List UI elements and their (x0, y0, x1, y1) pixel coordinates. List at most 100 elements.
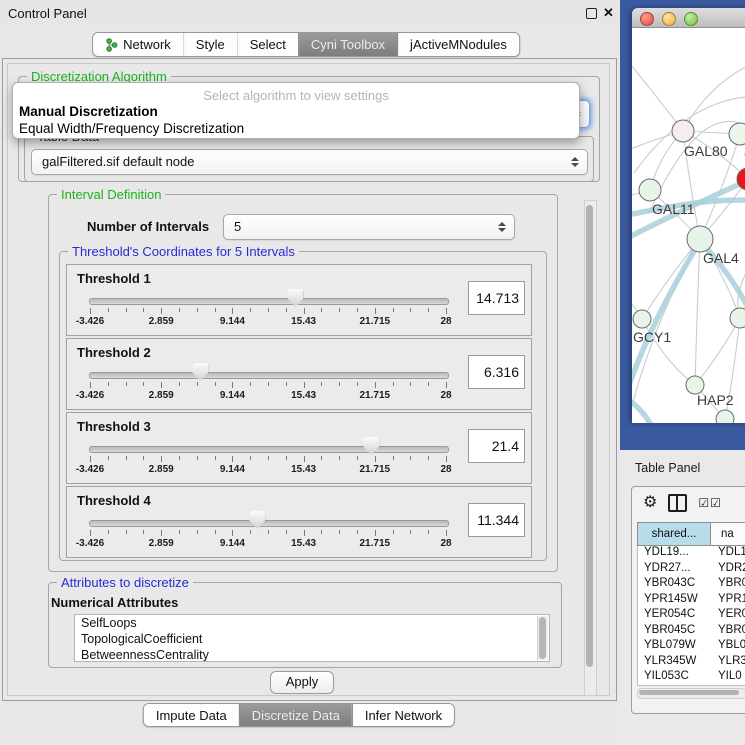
tick-mark (126, 382, 127, 386)
tick-mark (393, 382, 394, 386)
table-row[interactable]: YIL053CYIL0 (638, 670, 745, 686)
list-scrollbar[interactable] (537, 616, 548, 660)
attribute-items: SelfLoopsTopologicalCoefficientBetweenne… (75, 615, 549, 662)
checkbox-icons[interactable]: ☑☑ (698, 496, 722, 510)
node-table: shared... na YDL19...YDL1YDR27...YDR2YBR… (637, 522, 745, 686)
table-row[interactable]: YBL079WYBL0 (638, 639, 745, 655)
table-row[interactable]: YDL19...YDL1 (638, 546, 745, 562)
list-item[interactable]: TopologicalCoefficient (75, 631, 549, 647)
network-canvas[interactable]: GAL80GACGAL11GAL4GCY1HHAP2 (632, 28, 745, 423)
tick-mark (232, 308, 233, 314)
tick-label: 28 (440, 464, 451, 475)
tick-mark (339, 382, 340, 386)
table-row[interactable]: YDR27...YDR2 (638, 562, 745, 578)
network-edge-thick[interactable] (632, 393, 657, 423)
network-node[interactable] (716, 410, 734, 423)
threshold-value-box[interactable]: 11.344 (468, 503, 525, 537)
dropdown-option[interactable]: Equal Width/Frequency Discretization (13, 120, 579, 137)
threshold-value-box[interactable]: 14.713 (468, 281, 525, 315)
table-rows: YDL19...YDL1YDR27...YDR2YBR043CYBR0YPR14… (637, 546, 745, 686)
apply-button[interactable]: Apply (270, 671, 334, 694)
close-icon[interactable]: ✕ (603, 5, 614, 21)
tick-label: -3.426 (76, 464, 104, 475)
table-row[interactable]: YER054CYER0 (638, 608, 745, 624)
zoom-traffic-icon[interactable] (684, 12, 698, 26)
column-layout-icon[interactable] (668, 494, 687, 512)
tick-mark (197, 456, 198, 460)
num-intervals-combobox[interactable]: 5 (223, 214, 515, 240)
tab-cyni-toolbox[interactable]: Cyni Toolbox (298, 33, 397, 56)
network-node-gal80[interactable] (672, 120, 694, 142)
table-row[interactable]: YBR045CYBR0 (638, 624, 745, 640)
network-node-ga[interactable] (729, 123, 745, 145)
table-data-combobox[interactable]: galFiltered.sif default node (31, 149, 588, 175)
tick-label: 21.715 (360, 316, 391, 327)
close-traffic-icon[interactable] (640, 12, 654, 26)
threshold-slider[interactable]: -3.4262.8599.14415.4321.71528 (67, 487, 531, 557)
threshold-value-box[interactable]: 21.4 (468, 429, 525, 463)
network-node-gcy1[interactable] (633, 310, 651, 328)
cell-name: YDR2 (710, 562, 745, 578)
combo-arrows-icon (498, 215, 506, 239)
bottom-tab-infer-network[interactable]: Infer Network (352, 704, 454, 726)
dropdown-placeholder: Select algorithm to view settings (13, 88, 579, 103)
cell-name: YIL0 (710, 670, 745, 686)
minimize-traffic-icon[interactable] (662, 12, 676, 26)
tick-mark (108, 456, 109, 460)
tick-mark (126, 530, 127, 534)
network-edge[interactable] (683, 63, 745, 131)
threshold-value-box[interactable]: 6.316 (468, 355, 525, 389)
tick-label: 2.859 (149, 316, 174, 327)
list-item[interactable]: BetweennessCentrality (75, 647, 549, 662)
scrollbar-thumb[interactable] (639, 690, 739, 695)
column-header-name[interactable]: na (711, 522, 745, 546)
bottom-tab-impute-data[interactable]: Impute Data (144, 704, 239, 726)
table-row[interactable]: YLR345WYLR3 (638, 655, 745, 671)
scrollbar-thumb[interactable] (539, 617, 546, 659)
tick-mark (446, 308, 447, 314)
scrollbar-thumb[interactable] (586, 205, 593, 667)
tick-label: -3.426 (76, 316, 104, 327)
tab-jactivemnodules[interactable]: jActiveMNodules (397, 33, 519, 56)
column-header-shared-name[interactable]: shared... (637, 522, 711, 546)
numerical-attributes-list[interactable]: SelfLoopsTopologicalCoefficientBetweenne… (74, 614, 550, 662)
network-node-gal11[interactable] (639, 179, 661, 201)
tick-mark (90, 456, 91, 462)
tick-mark (321, 308, 322, 312)
tick-mark (179, 382, 180, 386)
tick-mark (161, 308, 162, 314)
tab-network[interactable]: Network (93, 33, 183, 56)
list-item[interactable]: SelfLoops (75, 615, 549, 631)
threshold-slider[interactable]: -3.4262.8599.14415.4321.71528 (67, 265, 531, 335)
tab-style[interactable]: Style (183, 33, 237, 56)
tick-mark (108, 308, 109, 312)
tick-label: 21.715 (360, 538, 391, 549)
bottom-tab-discretize-data[interactable]: Discretize Data (239, 704, 352, 726)
float-window-icon[interactable] (586, 8, 597, 19)
cell-shared-name: YBL079W (638, 639, 710, 655)
network-window-titlebar[interactable] (632, 8, 745, 28)
network-edge[interactable] (695, 239, 700, 385)
tick-mark (321, 530, 322, 534)
tick-mark (410, 308, 411, 312)
network-node-gal4[interactable] (687, 226, 713, 252)
dropdown-option[interactable]: Manual Discretization (13, 103, 579, 120)
content-vertical-scrollbar[interactable] (584, 200, 597, 696)
tick-mark (232, 530, 233, 536)
network-edge[interactable] (695, 318, 740, 385)
node-label: GAL80 (684, 143, 728, 159)
table-row[interactable]: YBR043CYBR0 (638, 577, 745, 593)
table-row[interactable]: YPR145WYPR1 (638, 593, 745, 609)
cell-name: YER0 (710, 608, 745, 624)
threshold-slider[interactable]: -3.4262.8599.14415.4321.71528 (67, 413, 531, 483)
table-horizontal-scrollbar[interactable] (637, 688, 745, 699)
gear-icon[interactable]: ⚙ (643, 495, 657, 511)
cell-shared-name: YDR27... (638, 562, 710, 578)
tick-mark (375, 530, 376, 536)
slider-track (89, 446, 449, 453)
tab-select[interactable]: Select (237, 33, 298, 56)
network-edge[interactable] (632, 65, 683, 131)
network-node-h[interactable] (730, 308, 745, 328)
threshold-slider[interactable]: -3.4262.8599.14415.4321.71528 (67, 339, 531, 409)
tick-mark (161, 456, 162, 462)
